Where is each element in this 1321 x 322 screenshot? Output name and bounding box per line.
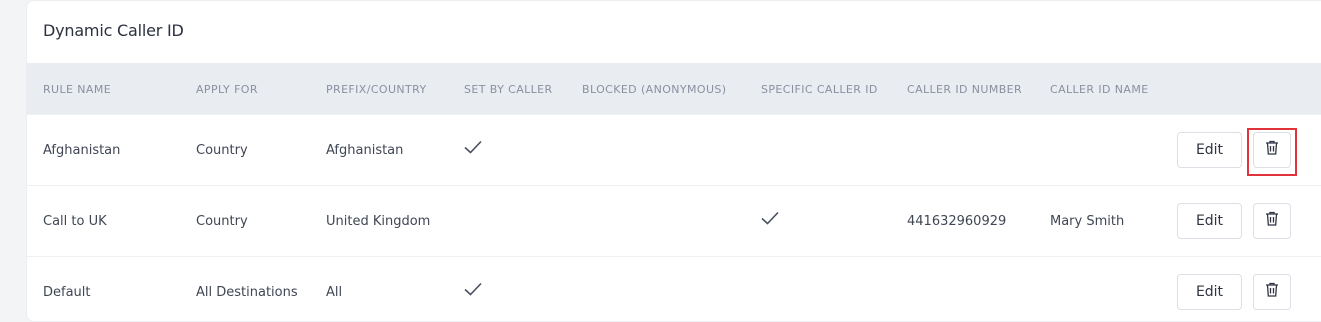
delete-button[interactable] (1253, 203, 1291, 239)
apply-for-cell: Country (196, 143, 248, 158)
rule-name-cell: Default (43, 285, 91, 300)
delete-button[interactable] (1253, 274, 1291, 310)
prefix-country-cell: United Kingdom (326, 214, 431, 229)
dynamic-caller-id-card: Dynamic Caller ID RULE NAME APPLY FOR PR… (26, 0, 1321, 322)
rule-name-cell: Call to UK (43, 214, 107, 229)
delete-button[interactable] (1253, 132, 1291, 168)
prefix-country-cell: All (326, 285, 343, 300)
table-row: Default All Destinations All Edit (27, 256, 1321, 321)
check-icon (463, 139, 483, 155)
table-row: Call to UK Country United Kingdom 441632… (27, 185, 1321, 257)
edit-button[interactable]: Edit (1177, 132, 1242, 168)
column-header-set-by-caller: SET BY CALLER (464, 83, 553, 96)
caller-id-number-cell: 441632960929 (907, 214, 1007, 229)
column-header-rule-name: RULE NAME (43, 83, 112, 96)
column-header-blocked: BLOCKED (ANONYMOUS) (582, 83, 727, 96)
column-header-specific-caller-id: SPECIFIC CALLER ID (761, 83, 878, 96)
table-row: Afghanistan Country Afghanistan Edit (27, 114, 1321, 186)
column-header-prefix-country: PREFIX/COUNTRY (326, 83, 427, 96)
prefix-country-cell: Afghanistan (326, 143, 404, 158)
trash-icon (1265, 140, 1279, 160)
trash-icon (1265, 282, 1279, 302)
card-title: Dynamic Caller ID (43, 21, 184, 40)
apply-for-cell: All Destinations (196, 285, 298, 300)
column-header-apply-for: APPLY FOR (196, 83, 258, 96)
check-icon (760, 210, 780, 226)
caller-id-name-cell: Mary Smith (1050, 214, 1125, 229)
apply-for-cell: Country (196, 214, 248, 229)
edit-button[interactable]: Edit (1177, 203, 1242, 239)
edit-button[interactable]: Edit (1177, 274, 1242, 310)
rule-name-cell: Afghanistan (43, 143, 121, 158)
table-header: RULE NAME APPLY FOR PREFIX/COUNTRY SET B… (27, 63, 1321, 114)
check-icon (463, 281, 483, 297)
column-header-caller-id-name: CALLER ID NAME (1050, 83, 1149, 96)
trash-icon (1265, 211, 1279, 231)
column-header-caller-id-number: CALLER ID NUMBER (907, 83, 1023, 96)
